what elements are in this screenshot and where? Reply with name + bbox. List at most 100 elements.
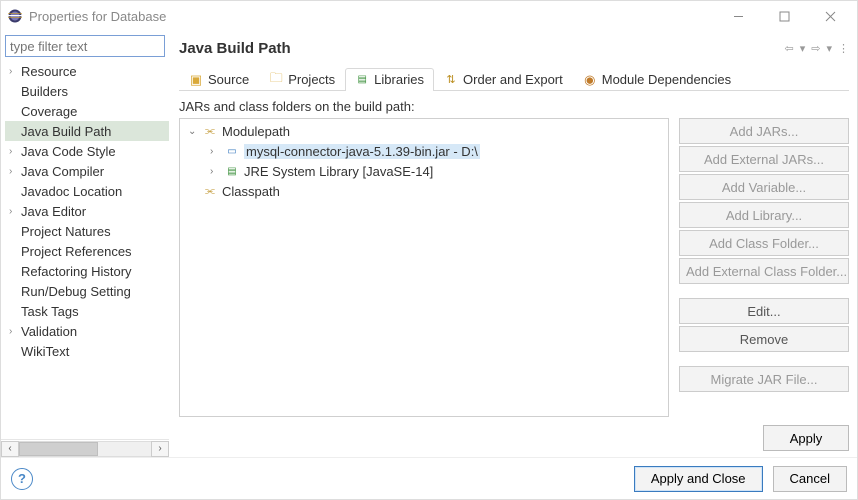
- module-icon: ◉: [583, 73, 597, 87]
- button-column: Add JARs... Add External JARs... Add Var…: [679, 118, 849, 417]
- footer: ? Apply and Close Cancel: [1, 457, 857, 499]
- tab-module-dependencies[interactable]: ◉ Module Dependencies: [573, 68, 741, 91]
- build-path-description: JARs and class folders on the build path…: [179, 99, 849, 114]
- nav-tree: ›ResourceBuildersCoverageJava Build Path…: [1, 61, 169, 439]
- back-icon[interactable]: ⇦: [785, 42, 794, 55]
- nav-item-label: Javadoc Location: [21, 184, 122, 199]
- tab-source[interactable]: ▣ Source: [179, 68, 259, 91]
- projects-icon: 🗀: [269, 73, 283, 87]
- add-library-button[interactable]: Add Library...: [679, 202, 849, 228]
- tree-row-modulepath[interactable]: ⌄ ⫘ Modulepath: [180, 121, 668, 141]
- tree-label: Modulepath: [222, 124, 290, 139]
- tree-row-jar[interactable]: › ▭ mysql-connector-java-5.1.39-bin.jar …: [180, 141, 668, 161]
- nav-item-label: Project Natures: [21, 224, 111, 239]
- add-class-folder-button[interactable]: Add Class Folder...: [679, 230, 849, 256]
- nav-item-label: Task Tags: [21, 304, 79, 319]
- nav-item-resource[interactable]: ›Resource: [5, 61, 169, 81]
- add-external-jars-button[interactable]: Add External JARs...: [679, 146, 849, 172]
- nav-item-project-natures[interactable]: Project Natures: [5, 221, 169, 241]
- tree-label: JRE System Library [JavaSE-14]: [244, 164, 433, 179]
- scroll-thumb[interactable]: [19, 442, 98, 456]
- order-icon: ⇅: [444, 73, 458, 87]
- expand-icon[interactable]: ›: [210, 166, 224, 177]
- nav-item-coverage[interactable]: Coverage: [5, 101, 169, 121]
- content-pane: Java Build Path ⇦ ▾ ⇨ ▾ ⋮ ▣ Source 🗀 Projec…: [169, 31, 857, 457]
- titlebar: Properties for Database: [1, 1, 857, 31]
- library-icon: ▤: [224, 163, 240, 179]
- help-icon[interactable]: ?: [11, 468, 33, 490]
- view-menu-icon[interactable]: ⋮: [838, 42, 849, 55]
- expand-icon[interactable]: ⌄: [188, 126, 202, 137]
- tree-label: mysql-connector-java-5.1.39-bin.jar - D:…: [244, 144, 480, 159]
- nav-item-javadoc-location[interactable]: Javadoc Location: [5, 181, 169, 201]
- modulepath-icon: ⫘: [202, 123, 218, 139]
- nav-item-java-code-style[interactable]: ›Java Code Style: [5, 141, 169, 161]
- eclipse-icon: [7, 8, 23, 24]
- tab-order-and-export[interactable]: ⇅ Order and Export: [434, 68, 573, 91]
- tab-label: Libraries: [374, 72, 424, 87]
- tab-projects[interactable]: 🗀 Projects: [259, 68, 345, 91]
- nav-item-validation[interactable]: ›Validation: [5, 321, 169, 341]
- nav-item-label: Project References: [21, 244, 132, 259]
- sidebar: ›ResourceBuildersCoverageJava Build Path…: [1, 31, 169, 457]
- nav-item-label: Resource: [21, 64, 77, 79]
- tab-libraries[interactable]: ▤Libraries: [345, 68, 434, 91]
- tab-label: Module Dependencies: [602, 72, 731, 87]
- maximize-button[interactable]: [761, 2, 807, 30]
- source-icon: ▣: [189, 73, 203, 87]
- scroll-track[interactable]: [19, 441, 151, 457]
- nav-item-label: Refactoring History: [21, 264, 132, 279]
- nav-item-java-compiler[interactable]: ›Java Compiler: [5, 161, 169, 181]
- forward-menu-icon[interactable]: ▾: [826, 42, 832, 55]
- apply-button[interactable]: Apply: [763, 425, 849, 451]
- build-path-tree[interactable]: ⌄ ⫘ Modulepath › ▭ mysql-connector-java-…: [179, 118, 669, 417]
- tree-label: Classpath: [222, 184, 280, 199]
- expand-icon[interactable]: ›: [9, 326, 21, 337]
- nav-item-project-references[interactable]: Project References: [5, 241, 169, 261]
- nav-item-label: Java Compiler: [21, 164, 104, 179]
- nav-item-label: Builders: [21, 84, 68, 99]
- add-external-class-folder-button[interactable]: Add External Class Folder...: [679, 258, 849, 284]
- page-title: Java Build Path: [179, 40, 291, 57]
- filter-input[interactable]: [5, 35, 165, 57]
- add-jars-button[interactable]: Add JARs...: [679, 118, 849, 144]
- add-variable-button[interactable]: Add Variable...: [679, 174, 849, 200]
- expand-icon[interactable]: ›: [9, 66, 21, 77]
- tab-label: Source: [208, 72, 249, 87]
- expand-icon[interactable]: ›: [9, 166, 21, 177]
- nav-item-java-build-path[interactable]: Java Build Path: [5, 121, 169, 141]
- forward-icon[interactable]: ⇨: [811, 42, 820, 55]
- apply-and-close-button[interactable]: Apply and Close: [634, 466, 763, 492]
- back-menu-icon[interactable]: ▾: [800, 42, 806, 55]
- tree-row-classpath[interactable]: ⫘ Classpath: [180, 181, 668, 201]
- tabs: ▣ Source 🗀 Projects ▤Libraries ⇅ Order and Exp…: [179, 65, 849, 91]
- scroll-left-button[interactable]: ‹: [1, 441, 19, 457]
- scroll-right-button[interactable]: ›: [151, 441, 169, 457]
- nav-item-label: Validation: [21, 324, 77, 339]
- tab-label: Projects: [288, 72, 335, 87]
- nav-item-label: Java Build Path: [21, 124, 111, 139]
- nav-item-label: Coverage: [21, 104, 77, 119]
- edit-button[interactable]: Edit...: [679, 298, 849, 324]
- close-button[interactable]: [807, 2, 853, 30]
- nav-item-refactoring-history[interactable]: Refactoring History: [5, 261, 169, 281]
- tab-label: Order and Export: [463, 72, 563, 87]
- nav-item-label: Java Code Style: [21, 144, 116, 159]
- cancel-button[interactable]: Cancel: [773, 466, 847, 492]
- migrate-jar-button[interactable]: Migrate JAR File...: [679, 366, 849, 392]
- minimize-button[interactable]: [715, 2, 761, 30]
- nav-item-builders[interactable]: Builders: [5, 81, 169, 101]
- horizontal-scrollbar[interactable]: ‹ ›: [1, 439, 169, 457]
- expand-icon[interactable]: ›: [9, 146, 21, 157]
- tree-row-jre[interactable]: › ▤ JRE System Library [JavaSE-14]: [180, 161, 668, 181]
- nav-item-task-tags[interactable]: Task Tags: [5, 301, 169, 321]
- expand-icon[interactable]: ›: [9, 206, 21, 217]
- nav-item-label: Java Editor: [21, 204, 86, 219]
- nav-item-java-editor[interactable]: ›Java Editor: [5, 201, 169, 221]
- nav-item-label: WikiText: [21, 344, 69, 359]
- nav-item-wikitext[interactable]: WikiText: [5, 341, 169, 361]
- jar-icon: ▭: [224, 143, 240, 159]
- expand-icon[interactable]: ›: [210, 146, 224, 157]
- nav-item-run-debug-setting[interactable]: Run/Debug Setting: [5, 281, 169, 301]
- remove-button[interactable]: Remove: [679, 326, 849, 352]
